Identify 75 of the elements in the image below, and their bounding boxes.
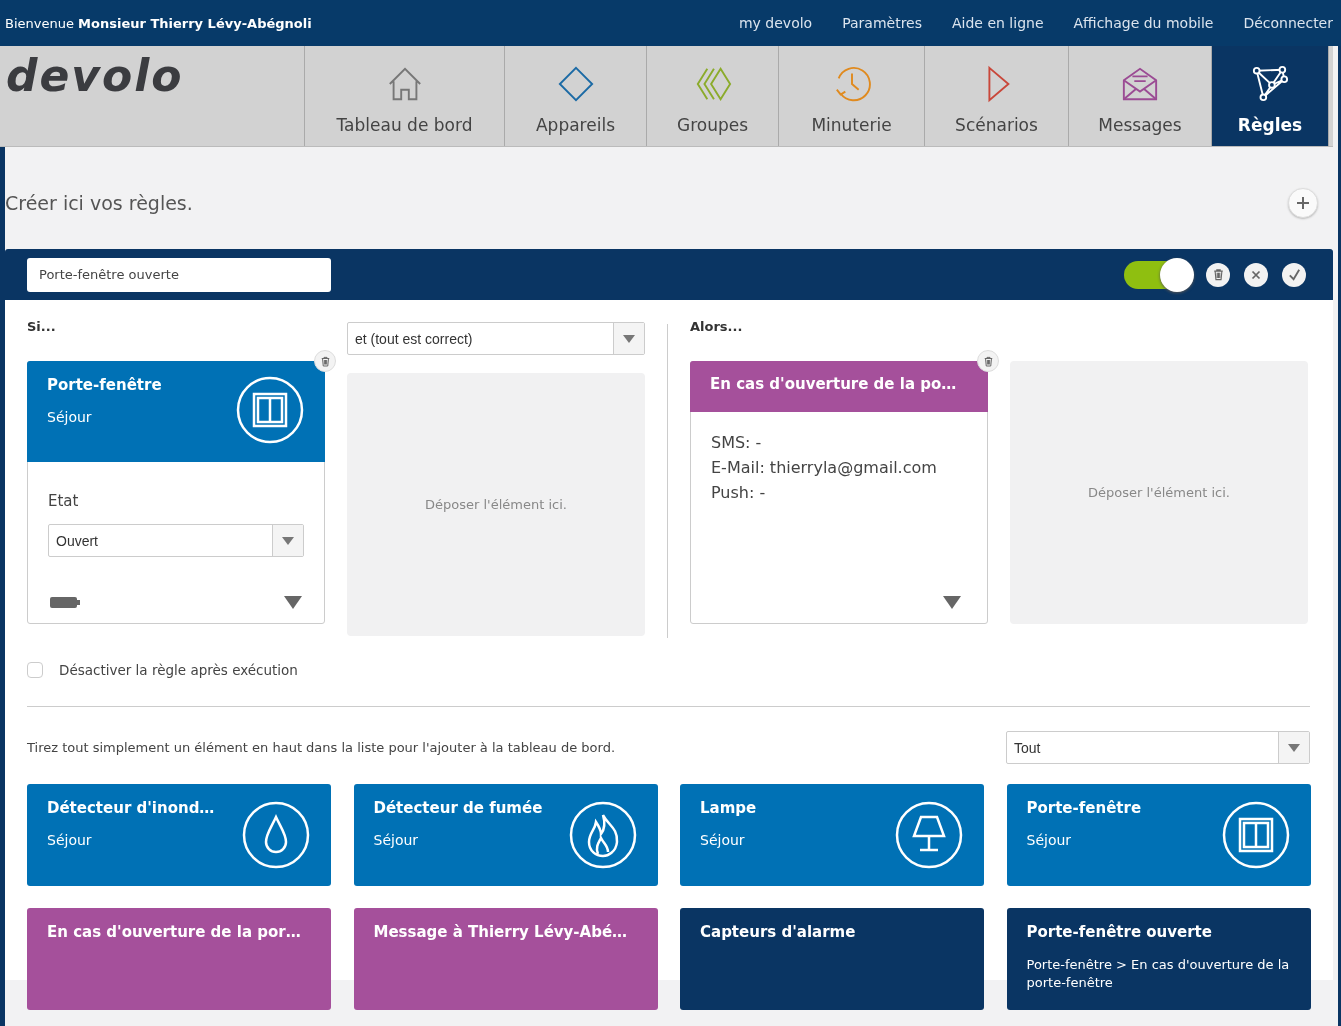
nav-tab[interactable]: Appareils xyxy=(505,46,647,146)
header-link[interactable]: Déconnecter xyxy=(1228,15,1333,31)
card-title: En cas d'ouverture de la po… xyxy=(710,374,957,395)
item-tile[interactable]: Capteurs d'alarme xyxy=(680,908,984,1010)
window-icon xyxy=(235,375,305,445)
tile-title: En cas d'ouverture de la por… xyxy=(47,922,301,942)
card-title: Porte-fenêtre xyxy=(47,375,162,395)
expand-caret-icon[interactable] xyxy=(284,596,302,609)
item-tile[interactable]: Détecteur de fumée Séjour xyxy=(353,784,658,886)
drop-hint: Déposer l'élément ici. xyxy=(1088,485,1230,500)
item-tile[interactable]: Porte-fenêtre Séjour xyxy=(1006,784,1311,886)
logic-select[interactable]: et (tout est correct) xyxy=(347,322,645,355)
nav-tab[interactable]: Scénarios xyxy=(925,46,1069,146)
flame-icon xyxy=(567,800,638,870)
card-room: Séjour xyxy=(47,409,93,425)
nav-tab[interactable]: Règles xyxy=(1212,46,1329,146)
state-select[interactable]: Ouvert xyxy=(48,524,304,557)
action-detail: SMS: - xyxy=(711,432,763,454)
item-tile[interactable]: Détecteur d'inond… Séjour xyxy=(27,784,331,886)
tile-subtitle: Séjour xyxy=(373,832,420,848)
drop-hint: Déposer l'élément ici. xyxy=(425,497,567,512)
delete-button[interactable] xyxy=(314,350,336,372)
drop-icon xyxy=(241,800,311,870)
header-link[interactable]: Aide en ligne xyxy=(937,15,1059,31)
nav-tab[interactable]: Groupes xyxy=(647,46,779,146)
tile-subtitle: Porte-fenêtre > En cas d'ouverture de la porte-fenêtre xyxy=(1026,956,1291,992)
tile-title: Capteurs d'alarme xyxy=(700,922,856,942)
item-tile[interactable]: En cas d'ouverture de la por… xyxy=(27,908,331,1010)
tile-title: Détecteur de fumée xyxy=(373,798,543,818)
item-tile[interactable]: Lampe Séjour xyxy=(680,784,984,886)
drag-hint: Tirez tout simplement un élément en haut dans la liste pour l'ajouter à la tableau de bord. xyxy=(27,740,616,755)
network-icon xyxy=(1251,65,1289,103)
plus-icon xyxy=(1295,195,1311,211)
filter-select[interactable]: Tout xyxy=(1006,731,1310,764)
if-label: Si... xyxy=(27,318,57,336)
header-link[interactable]: Paramètres xyxy=(827,15,937,31)
tile-title: Lampe xyxy=(700,798,757,818)
close-button[interactable] xyxy=(1244,262,1268,287)
item-tile[interactable]: Message à Thierry Lévy-Abé… xyxy=(353,908,658,1010)
caret-icon xyxy=(623,334,635,343)
caret-icon xyxy=(1288,743,1300,752)
expand-caret-icon[interactable] xyxy=(943,596,961,609)
welcome-text: Bienvenue Monsieur Thierry Lévy-Abégnoli xyxy=(5,15,312,31)
caret-icon xyxy=(282,536,294,545)
tile-subtitle: Séjour xyxy=(47,832,93,848)
field-label: Etat xyxy=(48,492,80,510)
add-button[interactable] xyxy=(1288,188,1318,218)
header-link[interactable]: Affichage du mobile xyxy=(1058,15,1229,31)
tile-title: Message à Thierry Lévy-Abé… xyxy=(373,922,628,942)
envelope-icon xyxy=(1121,65,1159,103)
action-detail: Push: - xyxy=(711,482,767,504)
checkbox-label: Désactiver la règle après exécution xyxy=(59,662,298,678)
tile-title: Porte-fenêtre xyxy=(1026,798,1142,818)
tile-subtitle: Séjour xyxy=(700,832,746,848)
active-toggle[interactable] xyxy=(1124,260,1192,289)
nav-tab[interactable]: Minuterie xyxy=(779,46,925,146)
lamp-icon xyxy=(894,800,964,870)
item-tile[interactable]: Porte-fenêtre ouverte Porte-fenêtre > En cas d'ouverture de la porte-fenêtre xyxy=(1006,908,1311,1010)
window-icon xyxy=(1220,800,1291,870)
then-label: Alors... xyxy=(690,318,744,336)
confirm-button[interactable] xyxy=(1282,262,1306,287)
delete-button[interactable] xyxy=(1206,262,1230,287)
header-link[interactable]: my devolo xyxy=(724,15,828,31)
delete-button[interactable] xyxy=(977,350,999,372)
diamond-icon xyxy=(556,65,595,103)
battery-icon xyxy=(50,596,80,609)
rule-name-field[interactable]: Porte-fenêtre ouverte xyxy=(27,257,331,292)
logo: devolo xyxy=(0,46,305,146)
action-detail: E-Mail: thierryla@gmail.com xyxy=(711,457,938,479)
nav-tab[interactable]: Tableau de bord xyxy=(305,46,505,146)
checkbox[interactable] xyxy=(27,662,43,678)
tile-title: Détecteur d'inond… xyxy=(47,798,215,818)
page-heading: Créer ici vos règles. xyxy=(5,192,193,214)
tile-subtitle: Séjour xyxy=(1026,832,1073,848)
tile-title: Porte-fenêtre ouverte xyxy=(1026,922,1213,942)
